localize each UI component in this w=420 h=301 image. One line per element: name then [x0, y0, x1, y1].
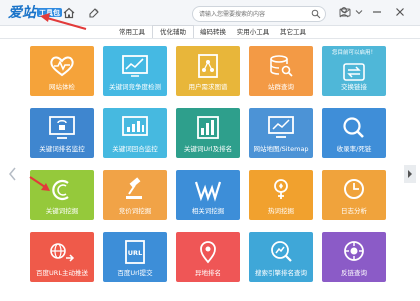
search-box[interactable]	[192, 6, 326, 22]
title-bar: 爱站 工具包	[0, 0, 420, 26]
next-page-button[interactable]	[404, 165, 416, 183]
tile-site-group[interactable]: 站群查询	[249, 46, 313, 96]
heart-monitor-icon	[50, 56, 74, 77]
url-push-icon	[50, 243, 75, 262]
tile-label: 关键词Url及排名	[183, 145, 233, 153]
minimize-icon[interactable]	[370, 5, 384, 19]
tile-label: 百度Url提交	[117, 269, 153, 277]
tab-other-tools[interactable]: 其它工具	[276, 26, 310, 38]
tile-backlink[interactable]: 反链查询	[322, 232, 386, 282]
tile-keyword-rollback[interactable]: 关键词回合监控	[103, 108, 167, 158]
tile-label: 网站体检	[49, 83, 75, 91]
tab-optimization[interactable]: 优化辅助	[152, 25, 194, 39]
tile-label: 热词挖掘	[268, 207, 294, 215]
tile-site-check[interactable]: 网站体检	[30, 46, 94, 96]
tile-label: 关键词竞争度检测	[109, 83, 161, 91]
chevron-down-icon[interactable]	[352, 5, 366, 19]
logo-text: 爱站	[8, 5, 36, 21]
location-rank-icon	[200, 241, 216, 264]
clock-log-icon	[344, 179, 364, 199]
tile-label: 关键词挖掘	[45, 207, 79, 215]
tile-label: 交换链接	[341, 83, 367, 91]
tile-label: 竞价词挖掘	[118, 207, 152, 215]
tool-grid: 网站体检 关键词竞争度检测 用户需求图谱 站群查询 您目前可以启用！ 交换链接 …	[30, 46, 392, 296]
tile-label: 站群查询	[268, 83, 294, 91]
tile-hot-mining[interactable]: 热词挖掘	[249, 170, 313, 220]
tile-label: 相关词挖掘	[191, 207, 225, 215]
tile-sitemap[interactable]: 网站地图/Sitemap	[249, 108, 313, 158]
tile-user-demand[interactable]: 用户需求图谱	[176, 46, 240, 96]
tile-label: 用户需求图谱	[188, 83, 228, 91]
svg-text:URL: URL	[128, 249, 142, 257]
pacman-mine-icon	[52, 179, 69, 201]
tile-keyword-url-rank[interactable]: 关键词Url及排名	[176, 108, 240, 158]
gavel-icon	[126, 177, 142, 199]
skin-icon[interactable]	[87, 6, 101, 20]
bar-report-icon	[197, 116, 219, 139]
tile-rank-monitor[interactable]: 关键词排名监控	[30, 108, 94, 158]
tile-label: 关键词排名监控	[39, 145, 85, 153]
tile-log-analysis[interactable]: 日志分析	[322, 170, 386, 220]
user-icon[interactable]	[337, 5, 351, 19]
tile-url-submit[interactable]: URL 百度Url提交	[103, 232, 167, 282]
url-submit-icon: URL	[125, 240, 145, 264]
tile-bid-mining[interactable]: 竞价词挖掘	[103, 170, 167, 220]
tab-divider	[0, 38, 420, 39]
tile-label: 反链查询	[341, 269, 367, 277]
search-icon[interactable]	[311, 9, 321, 19]
search-input[interactable]	[199, 7, 307, 21]
search-rank-icon	[271, 241, 292, 262]
tile-label: 日志分析	[341, 207, 367, 215]
tile-related-mining[interactable]: 相关词挖掘	[176, 170, 240, 220]
hot-shovel-icon	[274, 179, 288, 199]
tile-label: 搜索引擎排名查询	[255, 269, 307, 277]
database-search-icon	[270, 55, 293, 77]
prev-page-icon[interactable]	[7, 165, 17, 183]
tile-search-engine-rank[interactable]: 搜索引擎排名查询	[249, 232, 313, 282]
tile-label: 收录率/死链	[336, 145, 372, 153]
tile-keyword-competition[interactable]: 关键词竞争度检测	[103, 46, 167, 96]
tile-keyword-mining[interactable]: 关键词挖掘	[30, 170, 94, 220]
close-icon[interactable]	[393, 5, 407, 19]
home-icon[interactable]	[62, 6, 76, 20]
related-words-icon	[194, 181, 222, 202]
tile-url-push[interactable]: 百度URL主动推送	[30, 232, 94, 282]
tab-utilities[interactable]: 实用小工具	[233, 26, 273, 38]
tile-label: 异地排名	[195, 269, 221, 277]
graph-nodes-icon	[198, 54, 218, 78]
search-lens-icon	[343, 117, 364, 138]
sitemap-icon	[268, 116, 294, 138]
tile-link-exchange[interactable]: 您目前可以启用！ 交换链接	[322, 46, 386, 96]
tab-common-tools[interactable]: 常用工具	[115, 26, 149, 38]
monitor-bars-icon	[49, 116, 75, 139]
backlink-icon	[344, 241, 364, 261]
tile-label: 网站地图/Sitemap	[253, 145, 309, 153]
logo-sub: 工具包	[37, 8, 62, 17]
tile-label: 百度URL主动推送	[36, 269, 88, 277]
tile-label: 关键词回合监控	[112, 145, 158, 153]
trend-chart-icon	[122, 55, 148, 77]
enable-badge: 您目前可以启用！	[331, 50, 376, 56]
tab-bar: 常用工具 优化辅助 编码转换 实用小工具 其它工具	[0, 25, 420, 39]
tile-remote-rank[interactable]: 异地排名	[176, 232, 240, 282]
tab-encoding[interactable]: 编码转换	[196, 26, 230, 38]
tile-index-rate[interactable]: 收录率/死链	[322, 108, 386, 158]
ranking-chart-icon	[122, 116, 148, 136]
app-logo: 爱站 工具包	[8, 4, 62, 22]
